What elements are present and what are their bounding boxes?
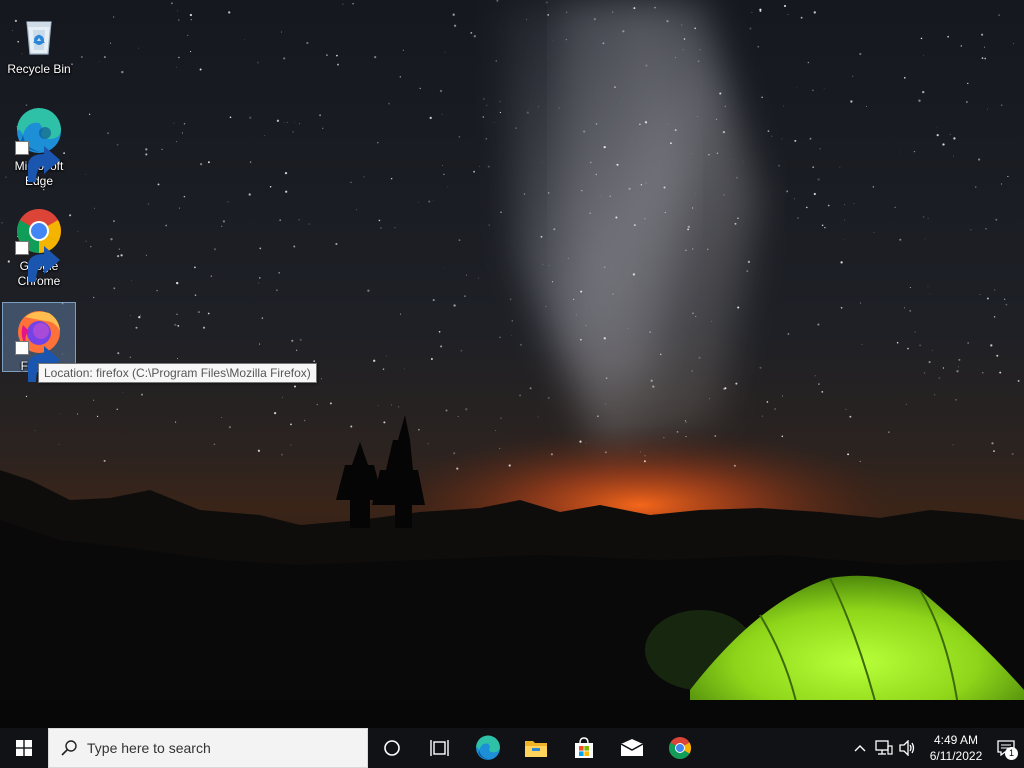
windows-logo-icon <box>16 740 32 756</box>
taskbar-file-explorer-button[interactable] <box>512 728 560 768</box>
taskbar-chrome-button[interactable] <box>656 728 704 768</box>
chrome-icon <box>15 207 63 282</box>
tooltip: Location: firefox (C:\Program Files\Mozi… <box>38 363 317 383</box>
mail-icon <box>620 739 644 756</box>
desktop-icon-firefox[interactable]: Firefox <box>2 302 76 382</box>
taskbar-store-button[interactable] <box>560 728 608 768</box>
cortana-icon <box>384 740 400 756</box>
microsoft-store-icon <box>575 737 593 758</box>
taskbar: Type here to search 4:49 AM 6/11/2022 1 <box>0 728 1024 768</box>
volume-icon <box>899 740 915 756</box>
chevron-up-icon <box>854 745 866 752</box>
network-icon <box>875 740 893 755</box>
clock[interactable]: 4:49 AM 6/11/2022 <box>924 728 988 768</box>
chrome-icon <box>669 737 691 759</box>
shortcut-arrow-icon <box>15 141 60 182</box>
start-button[interactable] <box>0 728 48 768</box>
search-input[interactable]: Type here to search <box>48 728 368 768</box>
task-view-button[interactable] <box>416 728 464 768</box>
clock-time: 4:49 AM <box>933 733 979 747</box>
volume-button[interactable] <box>896 728 920 768</box>
system-tray: 4:49 AM 6/11/2022 1 <box>848 728 1024 768</box>
taskbar-mail-button[interactable] <box>608 728 656 768</box>
cortana-button[interactable] <box>368 728 416 768</box>
desktop-icon-recycle-bin[interactable]: Recycle Bin <box>2 6 76 80</box>
desktop-icon-google-chrome[interactable]: Google Chrome <box>2 203 76 291</box>
edge-icon <box>15 107 63 182</box>
shortcut-arrow-icon <box>15 241 60 282</box>
file-explorer-icon <box>525 741 547 757</box>
desktop-icon-label: Recycle Bin <box>7 62 71 76</box>
network-button[interactable] <box>872 728 896 768</box>
task-view-icon <box>430 740 449 756</box>
action-center-button[interactable]: 1 <box>988 728 1024 768</box>
desktop-icon-microsoft-edge[interactable]: Microsoft Edge <box>2 103 76 191</box>
taskbar-edge-button[interactable] <box>464 728 512 768</box>
notification-count-badge: 1 <box>1005 747 1018 760</box>
clock-date: 6/11/2022 <box>929 749 983 763</box>
recycle-bin-icon <box>15 10 63 58</box>
shortcut-arrow-icon <box>15 341 60 382</box>
show-hidden-icons-button[interactable] <box>848 728 872 768</box>
search-icon <box>61 740 77 756</box>
firefox-icon <box>15 307 63 382</box>
edge-icon <box>476 735 500 760</box>
search-placeholder: Type here to search <box>87 740 211 756</box>
